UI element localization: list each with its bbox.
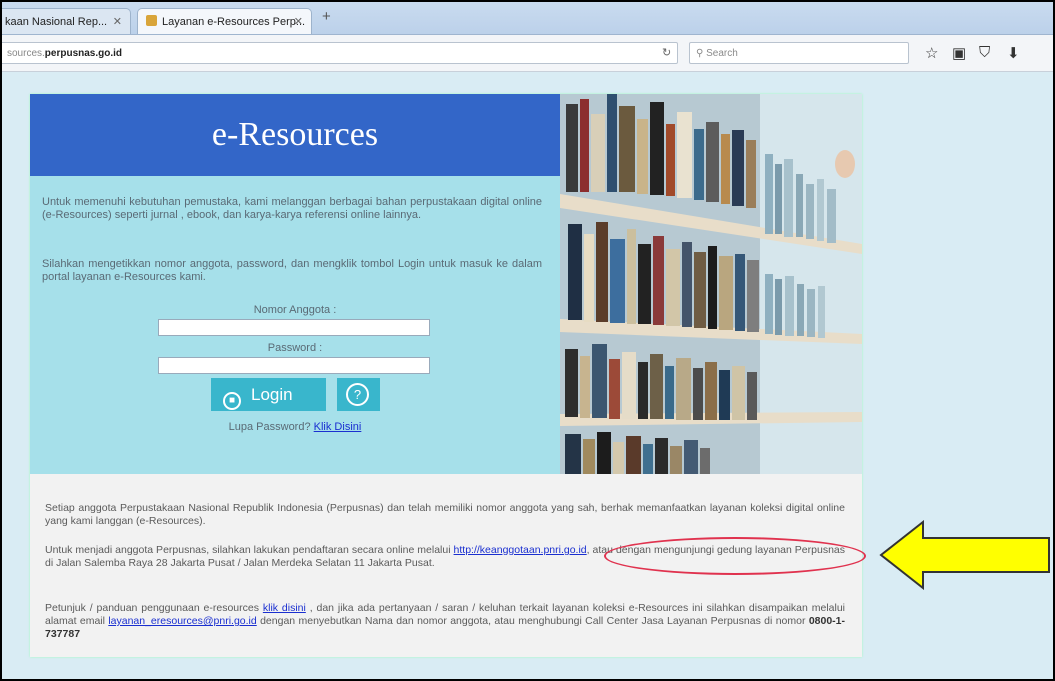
instruction-text: Silahkan mengetikkan nomor anggota, pass… [42,258,542,283]
help-button[interactable]: ? [337,378,380,411]
membership-info-text: Setiap anggota Perpustakaan Nasional Rep… [45,502,845,527]
guide-text-c: dengan menyebutkan Nama dan nomor anggot… [260,615,806,627]
intro-text: Untuk memenuhi kebutuhan pemustaka, kami… [42,196,542,221]
yellow-arrow-annotation [879,520,1050,590]
close-tab-icon[interactable]: ✕ [294,9,303,34]
forgot-password-link[interactable]: Klik Disini [314,421,362,433]
pocket-icon[interactable]: ⛉ [979,44,990,61]
address-bar[interactable]: sources.perpusnas.go.id [2,42,678,64]
bookmark-star-icon[interactable]: ☆ [925,44,938,62]
screenshot-frame: kaan Nasional Rep... ✕ Layanan e-Resourc… [0,0,1055,681]
member-number-input[interactable] [158,319,430,336]
info-section: Setiap anggota Perpustakaan Nasional Rep… [30,474,866,657]
reading-list-icon[interactable]: ▣ [952,44,966,62]
tab-eresources[interactable]: Layanan e-Resources Perp... ✕ [137,8,312,34]
guide-text-a: Petunjuk / panduan penggunaan e-resource… [45,602,259,614]
reload-icon[interactable]: ↻ [662,46,671,59]
library-photo [560,94,862,474]
password-input[interactable] [158,357,430,374]
member-number-label: Nomor Anggota : [253,304,337,316]
tab-bar: kaan Nasional Rep... ✕ Layanan e-Resourc… [2,2,1053,35]
download-icon[interactable]: ⬇ [1007,44,1020,62]
navigation-bar: sources.perpusnas.go.id ↻ ⚲ Search ☆ ▣ ⛉… [2,35,1053,72]
new-tab-icon[interactable]: + [322,8,331,25]
login-panel: e-Resources Untuk memenuhi kebutuhan pem… [30,94,560,474]
main-card: e-Resources Untuk memenuhi kebutuhan pem… [30,94,866,657]
bookshelf-image [560,94,862,474]
lock-icon: ■ [223,392,241,410]
login-button[interactable]: ■ Login [211,378,326,411]
login-label: Login [251,385,293,404]
highlight-circle [604,537,866,575]
url-prefix: sources. [7,48,45,59]
tab-perpusnas[interactable]: kaan Nasional Rep... ✕ [2,8,131,34]
favicon-icon [146,15,157,26]
question-icon: ? [346,383,369,406]
forgot-password: Lupa Password? Klik Disini [30,421,560,433]
search-placeholder: Search [706,48,738,59]
tab-label: kaan Nasional Rep... [5,16,108,28]
registration-text-before: Untuk menjadi anggota Perpusnas, silahka… [45,544,451,556]
guide-info: Petunjuk / panduan penggunaan e-resource… [45,602,845,641]
membership-registration-link[interactable]: http://keanggotaan.pnri.go.id [454,544,587,556]
tab-label: Layanan e-Resources Perp... [162,16,306,28]
search-icon: ⚲ [696,48,704,59]
search-input[interactable]: ⚲ Search [689,42,909,64]
close-tab-icon[interactable]: ✕ [113,9,122,34]
password-label: Password : [267,342,323,354]
url-domain: perpusnas.go.id [44,48,123,59]
title-banner: e-Resources [30,94,560,176]
email-link[interactable]: layanan_eresources@pnri.go.id [108,615,256,627]
forgot-text: Lupa Password? [228,421,311,433]
guide-link[interactable]: klik disini [263,602,306,614]
page-title: e-Resources [211,116,379,153]
